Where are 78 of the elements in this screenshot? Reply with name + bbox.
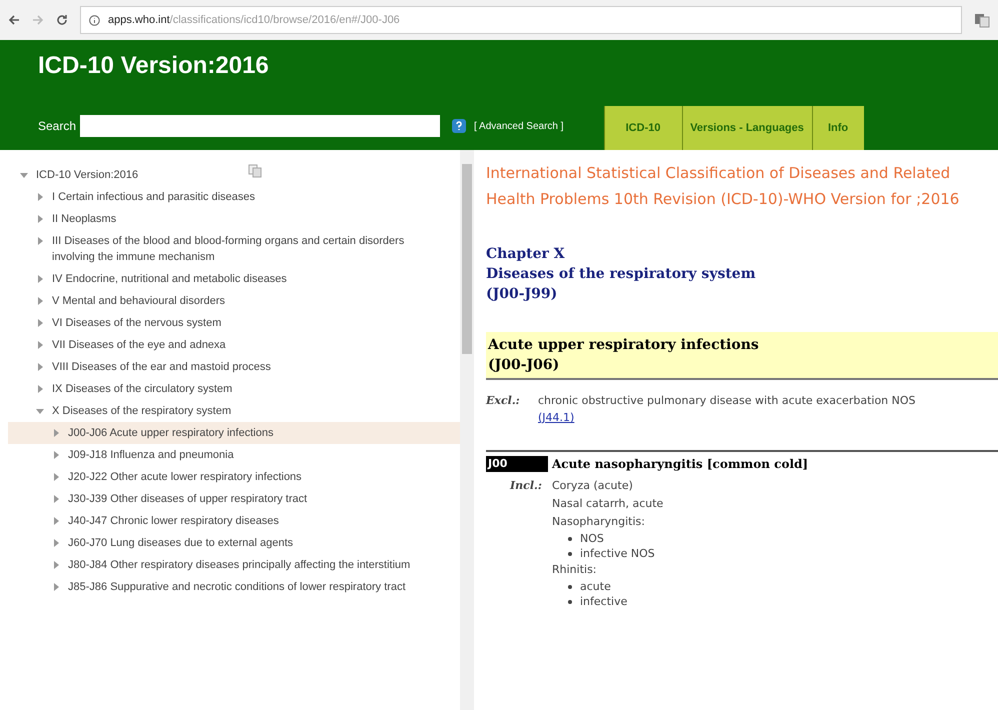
expand-arrow-icon[interactable] [36,297,44,305]
excl-text: chronic obstructive pulmonary disease with acute exacerbation NOS [538,393,916,409]
address-bar[interactable]: apps.who.int/classifications/icd10/browse/2016/en#/J00-J06 [80,6,962,34]
inclusion-term: Rhinitis: [552,562,598,578]
inclusion-term: Nasopharyngitis: [552,514,646,530]
tree-item[interactable]: J30-J39 Other diseases of upper respiratory tract [68,491,308,507]
block-title: Acute upper respiratory infections [488,336,760,355]
inclusion-term: acute [580,579,611,594]
tree-item[interactable]: J40-J47 Chronic lower respiratory diseases [68,513,279,529]
bullet-icon [568,600,572,604]
site-title: ICD-10 Version:2016 [38,51,270,81]
tree-item[interactable]: VI Diseases of the nervous system [52,315,222,331]
help-icon[interactable] [452,119,466,133]
inclusion-term: infective [580,594,628,609]
tree-item[interactable]: X Diseases of the respiratory system [52,403,232,419]
expand-arrow-icon[interactable] [52,561,60,569]
expand-arrow-icon[interactable] [36,193,44,201]
expand-arrow-icon[interactable] [52,495,60,503]
back-icon[interactable] [8,14,20,26]
chapter-heading: Diseases of the respiratory system [486,265,757,284]
collapse-arrow-icon[interactable] [36,407,44,415]
tree-item[interactable]: J85-J86 Suppurative and necrotic conditions of lower respiratory tract [68,579,406,595]
tree-item[interactable]: II Neoplasms [52,211,116,227]
reload-icon[interactable] [56,14,68,26]
expand-arrow-icon[interactable] [52,451,60,459]
url-text: apps.who.int/classifications/icd10/browse/2016/en#/J00-J06 [108,12,400,28]
expand-arrow-icon[interactable] [36,341,44,349]
inclusion-term: Coryza (acute) [552,478,634,494]
tree-item[interactable]: V Mental and behavioural disorders [52,293,226,309]
expand-arrow-icon[interactable] [36,385,44,393]
tree-item[interactable]: J20-J22 Other acute lower respiratory infections [68,469,302,485]
expand-arrow-icon[interactable] [52,539,60,547]
tree-item[interactable]: ICD-10 Version:2016 [36,167,138,183]
page-title: International Statistical Classification of Diseases and Related Health Problems 10th Revision (ICD-10)-WHO Version for ;2016 [486,163,960,210]
tab[interactable]: ICD-10 [604,106,682,150]
expand-arrow-icon[interactable] [52,473,60,481]
tree-item[interactable]: I Certain infectious and parasitic diseases [52,189,255,205]
inclusion-term: infective NOS [580,546,655,561]
tree-item[interactable]: III Diseases of the blood and blood-forming organs and certain disorders involving the immune mechanism [52,233,440,265]
info-icon [89,14,100,26]
tree-item[interactable]: IV Endocrine, nutritional and metabolic diseases [52,271,287,287]
tree-item[interactable]: J60-J70 Lung diseases due to external agents [68,535,294,551]
bullet-icon [568,536,572,540]
bullet-icon [568,552,572,556]
expand-arrow-icon[interactable] [52,583,60,591]
code-label: J00 [486,456,548,472]
incl-label: Incl.: [510,478,543,494]
expand-arrow-icon[interactable] [36,237,44,245]
tab[interactable]: Versions - Languages [682,106,812,150]
copy-icon[interactable] [248,164,262,178]
excl-label: Excl.: [486,393,521,409]
code-link[interactable]: (J44.1) [538,411,574,424]
advanced-search-link[interactable]: [ Advanced Search ] [474,118,564,134]
inclusion-term: Nasal catarrh, acute [552,496,664,512]
expand-arrow-icon[interactable] [36,363,44,371]
code-title: Acute nasopharyngitis [common cold] [552,456,808,473]
tree-item[interactable]: J80-J84 Other respiratory diseases principally affecting the interstitium [68,557,410,573]
block-title: (J00-J06) [488,356,560,375]
tree-item[interactable]: VIII Diseases of the ear and mastoid process [52,359,271,375]
chapter-heading: (J00-J99) [486,285,558,304]
tree-item[interactable]: VII Diseases of the eye and adnexa [52,337,226,353]
collapse-arrow-icon[interactable] [20,171,28,179]
expand-arrow-icon[interactable] [36,275,44,283]
search-field[interactable] [80,115,440,137]
tree-item-highlight[interactable]: J00-J06 Acute upper respiratory infections [8,422,460,444]
tree-item[interactable]: J09-J18 Influenza and pneumonia [68,447,234,463]
chapter-heading: Chapter X [486,245,566,264]
expand-arrow-icon[interactable] [36,215,44,223]
bullet-icon [568,584,572,588]
expand-arrow-icon[interactable] [36,319,44,327]
inclusion-term: NOS [580,531,604,546]
forward-icon[interactable] [32,14,44,26]
search-label: Search [38,118,76,135]
tab[interactable]: Info [812,106,864,150]
tree-item[interactable]: J00-J06 Acute upper respiratory infections [68,425,274,441]
expand-arrow-icon[interactable] [52,429,60,437]
tree-item[interactable]: IX Diseases of the circulatory system [52,381,232,397]
expand-arrow-icon[interactable] [52,517,60,525]
